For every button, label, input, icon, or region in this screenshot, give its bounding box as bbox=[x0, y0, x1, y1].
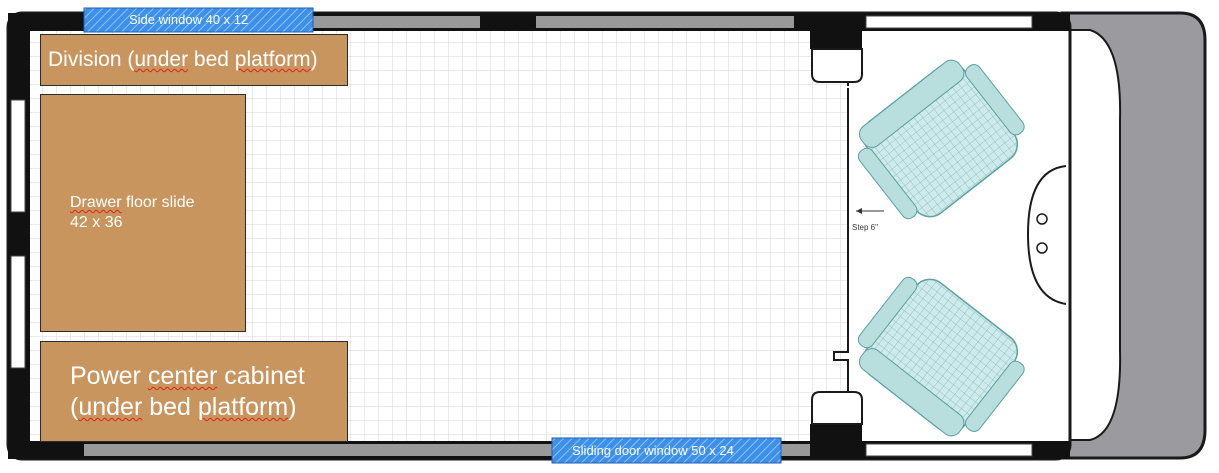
windshield bbox=[1065, 29, 1122, 441]
side-window-label: Side window 40 x 12 bbox=[129, 12, 249, 27]
door-handle-icon bbox=[1036, 242, 1048, 254]
power-box-line1: Power center cabinet bbox=[70, 362, 305, 390]
drawer-box-label: Drawer floor slide bbox=[70, 194, 195, 211]
power-box-line2: (under bed platform) bbox=[70, 393, 297, 421]
top-wall-panel-2 bbox=[536, 16, 794, 28]
division-box: Division (under bed platform) bbox=[40, 34, 348, 86]
top-wall-panel-3 bbox=[865, 15, 1033, 29]
rear-window-top bbox=[10, 99, 26, 213]
bottom-wall-panel-3 bbox=[865, 443, 1033, 457]
sliding-door-window-label: Sliding door window 50 x 24 bbox=[572, 443, 734, 458]
pillar-top bbox=[810, 31, 863, 83]
step-label: Step 6" bbox=[852, 223, 878, 232]
rear-wall bbox=[8, 13, 30, 459]
rear-window-bottom bbox=[10, 255, 26, 369]
division-box-text: Division (under bed platform) bbox=[48, 48, 318, 71]
bottom-wall-panel-2 bbox=[780, 444, 810, 456]
drawer-box-dims: 42 x 36 bbox=[70, 214, 123, 231]
door-handle-icon bbox=[1036, 213, 1048, 225]
bottom-wall-panel-1 bbox=[84, 444, 554, 456]
pillar-bottom bbox=[810, 391, 863, 441]
drawer-floor-slide-box: Drawer floor slide 42 x 36 bbox=[40, 94, 246, 332]
power-center-cabinet-box: Power center cabinet (under bed platform… bbox=[40, 341, 348, 442]
